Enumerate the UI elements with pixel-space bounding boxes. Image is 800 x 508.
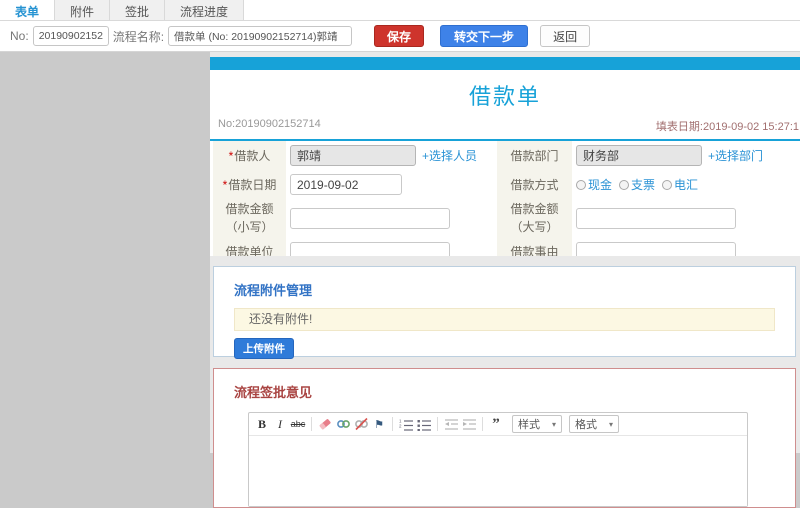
field-loan-date bbox=[286, 170, 497, 199]
radio-icon bbox=[576, 179, 586, 190]
anchor-button[interactable]: ⚑ bbox=[371, 416, 387, 433]
tab-form[interactable]: 表单 bbox=[0, 0, 56, 20]
field-method: 现金 支票 电汇 bbox=[572, 170, 797, 199]
select-department-link[interactable]: +选择部门 bbox=[708, 147, 763, 164]
outdent-button[interactable] bbox=[443, 416, 459, 433]
strikethrough-button[interactable]: abc bbox=[290, 416, 306, 433]
unit-input[interactable] bbox=[290, 241, 450, 256]
field-borrower: +选择人员 bbox=[286, 141, 497, 170]
toolbar-separator bbox=[392, 417, 393, 431]
forward-next-step-button[interactable]: 转交下一步 bbox=[440, 25, 529, 47]
main-content: 借款单 No:20190902152714 填表日期:2019-09-02 15… bbox=[210, 52, 800, 508]
attachments-card: 流程附件管理 还没有附件! 上传附件 bbox=[213, 266, 796, 359]
no-attachments-message: 还没有附件! bbox=[234, 308, 775, 331]
chevron-down-icon: ▾ bbox=[551, 419, 556, 429]
no-input[interactable] bbox=[32, 26, 109, 46]
unlink-button[interactable] bbox=[353, 416, 369, 433]
numbered-list-icon: 1 2 bbox=[399, 418, 413, 431]
bulleted-list-icon bbox=[417, 419, 431, 431]
doc-number: No:20190902152714 bbox=[218, 118, 321, 130]
bulleted-list-button[interactable] bbox=[416, 416, 432, 433]
header-accent-bar bbox=[210, 57, 800, 70]
blockquote-button[interactable]: ” bbox=[488, 416, 504, 433]
upload-attachment-button[interactable]: 上传附件 bbox=[234, 338, 294, 359]
chevron-down-icon: ▾ bbox=[608, 419, 613, 429]
toolbar-separator bbox=[482, 417, 483, 431]
editor-toolbar: B I abc ⚑ 1 2 ” 样式 ▾ 格式 ▾ bbox=[249, 413, 747, 436]
no-label: No: bbox=[10, 29, 29, 43]
tab-approval[interactable]: 签批 bbox=[110, 0, 166, 20]
borrower-input[interactable] bbox=[290, 145, 416, 166]
fill-date: 填表日期:2019-09-02 15:27:1 bbox=[655, 121, 799, 133]
styles-dropdown[interactable]: 样式 ▾ bbox=[512, 415, 562, 433]
toolbar-separator bbox=[311, 417, 312, 431]
numbered-list-button[interactable]: 1 2 bbox=[398, 416, 414, 433]
required-marker: * bbox=[222, 177, 228, 192]
required-marker: * bbox=[228, 148, 234, 163]
field-reason bbox=[572, 237, 797, 256]
top-bar: 表单 附件 签批 流程进度 No: 流程名称: 保存 转交下一步 返回 bbox=[0, 0, 800, 52]
method-radio-group: 现金 支票 电汇 bbox=[576, 176, 698, 193]
field-amount-big bbox=[572, 199, 797, 237]
approval-card: 流程签批意见 B I abc ⚑ 1 2 ” 样式 ▾ 格式 ▾ bbox=[213, 368, 796, 508]
loan-form-card: 借款单 No:20190902152714 填表日期:2019-09-02 15… bbox=[210, 57, 800, 256]
radio-icon bbox=[619, 179, 630, 190]
radio-option-cheque[interactable]: 支票 bbox=[619, 176, 655, 193]
rich-text-editor: B I abc ⚑ 1 2 ” 样式 ▾ 格式 ▾ bbox=[248, 412, 748, 507]
radio-option-cash[interactable]: 现金 bbox=[576, 176, 612, 193]
select-person-link[interactable]: +选择人员 bbox=[422, 147, 477, 164]
eraser-icon bbox=[319, 419, 331, 430]
flow-name-input[interactable] bbox=[168, 26, 353, 46]
attachments-title: 流程附件管理 bbox=[234, 283, 313, 298]
outdent-icon bbox=[444, 418, 458, 430]
tab-attachments[interactable]: 附件 bbox=[55, 0, 111, 20]
bold-button[interactable]: B bbox=[254, 416, 270, 433]
amount-big-input[interactable] bbox=[576, 207, 736, 229]
unlink-icon bbox=[354, 417, 368, 431]
field-label-reason: 借款事由 bbox=[497, 237, 572, 256]
field-department: +选择部门 bbox=[572, 141, 797, 170]
italic-button[interactable]: I bbox=[272, 416, 288, 433]
field-label-borrower: *借款人 bbox=[213, 141, 286, 170]
field-label-loan-date: *借款日期 bbox=[213, 170, 286, 199]
radio-icon bbox=[662, 179, 673, 190]
toolbar-separator bbox=[437, 417, 438, 431]
indent-button[interactable] bbox=[461, 416, 477, 433]
doc-meta-row: No:20190902152714 填表日期:2019-09-02 15:27:… bbox=[210, 118, 800, 134]
remove-format-button[interactable] bbox=[317, 416, 333, 433]
field-label-unit: 借款单位 bbox=[213, 237, 286, 256]
field-unit bbox=[286, 237, 497, 256]
svg-text:2: 2 bbox=[399, 423, 402, 428]
loan-date-input[interactable] bbox=[290, 174, 402, 195]
department-input[interactable] bbox=[576, 145, 702, 166]
page-title: 借款单 bbox=[468, 84, 541, 109]
radio-option-wire[interactable]: 电汇 bbox=[662, 176, 698, 193]
flow-name-label: 流程名称: bbox=[112, 29, 165, 44]
tab-progress[interactable]: 流程进度 bbox=[165, 0, 245, 20]
editor-content-area[interactable] bbox=[249, 436, 747, 506]
format-dropdown[interactable]: 格式 ▾ bbox=[569, 415, 619, 433]
indent-icon bbox=[462, 418, 476, 430]
amount-small-input[interactable] bbox=[290, 207, 450, 229]
field-amount-small bbox=[286, 199, 497, 237]
field-label-department: 借款部门 bbox=[497, 141, 572, 170]
form-grid: *借款人 +选择人员 借款部门 +选择部门 *借款日期 借款方式 bbox=[213, 141, 797, 256]
approval-title: 流程签批意见 bbox=[234, 385, 313, 400]
field-label-method: 借款方式 bbox=[497, 170, 572, 199]
reason-input[interactable] bbox=[576, 241, 736, 256]
field-label-amount-small: 借款金额（小写） bbox=[213, 199, 286, 237]
tab-bar: 表单 附件 签批 流程进度 bbox=[0, 0, 800, 21]
toolbar: No: 流程名称: 保存 转交下一步 返回 bbox=[0, 21, 800, 52]
link-button[interactable] bbox=[335, 416, 351, 433]
save-button[interactable]: 保存 bbox=[374, 25, 425, 47]
back-button[interactable]: 返回 bbox=[540, 25, 591, 47]
field-label-amount-big: 借款金额（大写） bbox=[497, 199, 572, 237]
link-icon bbox=[336, 420, 350, 428]
